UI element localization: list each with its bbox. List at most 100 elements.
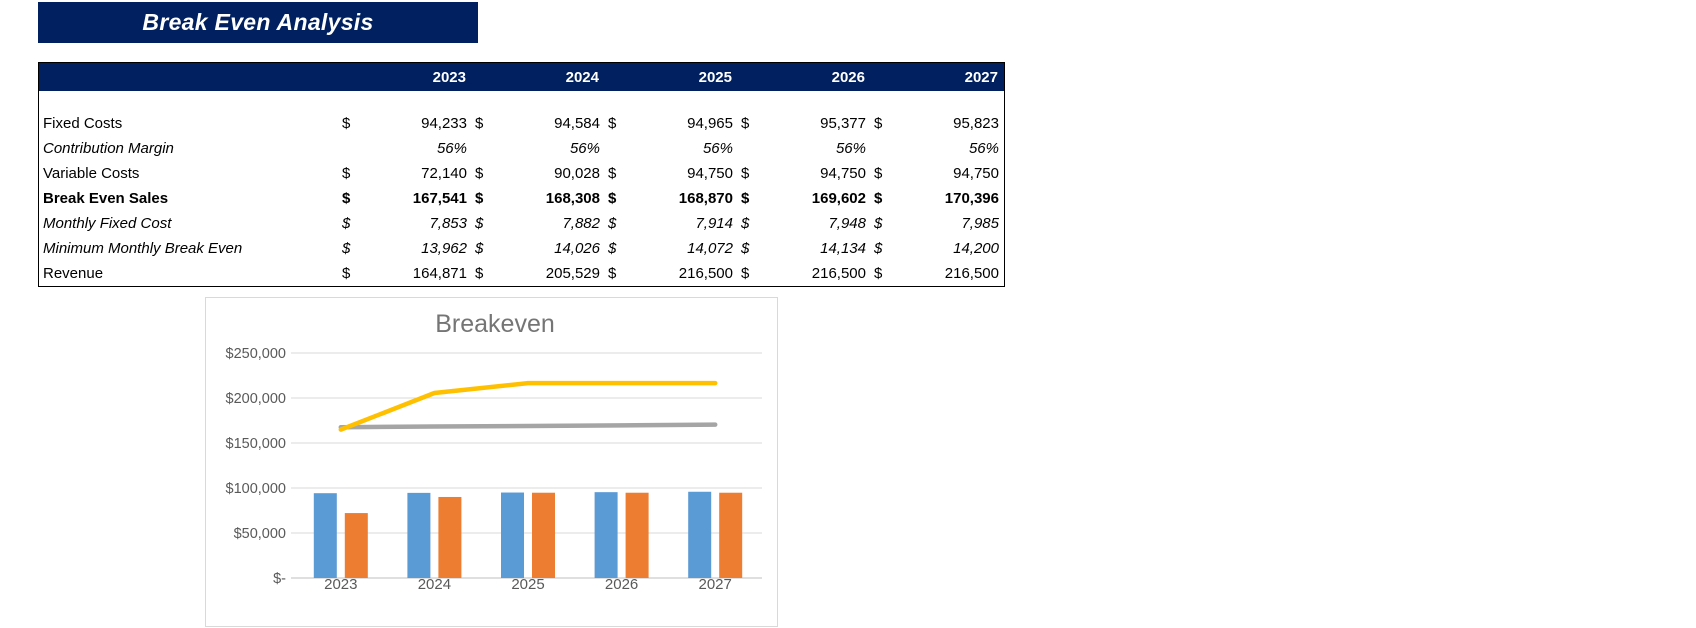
- value-cell[interactable]: 56%: [472, 140, 605, 157]
- line-break-even-sales: [338, 422, 718, 430]
- value-cell[interactable]: $95,823: [871, 115, 1004, 132]
- table-row: Revenue $164,871 $205,529 $216,500 $216,500 $…: [39, 261, 1004, 286]
- value-cell[interactable]: $94,965: [605, 115, 738, 132]
- value-cell[interactable]: $72,140: [339, 165, 472, 182]
- value-cell[interactable]: 56%: [738, 140, 871, 157]
- breakeven-chart-canvas: $250,000 $200,000 $150,000 $100,000 $50,000 $…: [226, 310, 762, 593]
- bar-variable-costs-2027: [719, 492, 743, 578]
- currency-symbol: $: [741, 265, 750, 282]
- cell-value: 14,134: [820, 240, 866, 257]
- row-label[interactable]: Variable Costs: [39, 165, 339, 182]
- value-cell[interactable]: $94,750: [605, 165, 738, 182]
- table-spacer-row[interactable]: [39, 91, 1004, 111]
- y-tick-label: $-: [273, 571, 286, 587]
- cell-value: 7,948: [828, 215, 866, 232]
- row-label[interactable]: Minimum Monthly Break Even: [39, 240, 339, 257]
- header-year-2027[interactable]: 2027: [871, 63, 1004, 91]
- row-label[interactable]: Revenue: [39, 265, 339, 282]
- value-cell[interactable]: $167,541: [339, 190, 472, 207]
- currency-symbol: $: [475, 115, 484, 132]
- value-cell[interactable]: $7,914: [605, 215, 738, 232]
- bar-fixed-costs-2023: [313, 493, 337, 578]
- x-tick-label: 2027: [699, 576, 732, 593]
- header-empty-cell[interactable]: [39, 63, 339, 91]
- value-cell[interactable]: 56%: [871, 140, 1004, 157]
- value-cell[interactable]: $95,377: [738, 115, 871, 132]
- y-tick-label: $150,000: [226, 436, 286, 452]
- value-cell[interactable]: $7,853: [339, 215, 472, 232]
- currency-symbol: $: [874, 190, 883, 207]
- currency-symbol: $: [608, 190, 617, 207]
- row-label[interactable]: Monthly Fixed Cost: [39, 215, 339, 232]
- header-year-2023[interactable]: 2023: [339, 63, 472, 91]
- value-cell[interactable]: $94,750: [738, 165, 871, 182]
- cell-value: 14,072: [687, 240, 733, 257]
- cell-value: 56%: [702, 140, 733, 157]
- value-cell[interactable]: $90,028: [472, 165, 605, 182]
- value-cell[interactable]: 56%: [605, 140, 738, 157]
- table-row: Fixed Costs $94,233 $94,584 $94,965 $95,377 $…: [39, 111, 1004, 136]
- bar-variable-costs-2024: [438, 496, 462, 578]
- value-cell[interactable]: $94,584: [472, 115, 605, 132]
- value-cell[interactable]: $7,882: [472, 215, 605, 232]
- row-label[interactable]: Break Even Sales: [39, 190, 339, 207]
- currency-symbol: $: [475, 190, 484, 207]
- currency-symbol: $: [608, 240, 617, 257]
- currency-symbol: $: [608, 265, 617, 282]
- currency-symbol: $: [741, 215, 750, 232]
- value-cell[interactable]: $7,985: [871, 215, 1004, 232]
- value-cell[interactable]: $168,870: [605, 190, 738, 207]
- row-label[interactable]: Contribution Margin: [39, 140, 339, 157]
- y-tick-label: $50,000: [234, 526, 286, 542]
- value-cell[interactable]: $164,871: [339, 265, 472, 282]
- value-cell[interactable]: $216,500: [871, 265, 1004, 282]
- value-cell[interactable]: 56%: [339, 140, 472, 157]
- currency-symbol: $: [342, 240, 351, 257]
- chart-title: Breakeven: [435, 310, 555, 338]
- cell-value: 169,602: [811, 190, 866, 207]
- cell-value: 7,985: [961, 215, 999, 232]
- cell-value: 94,965: [687, 115, 733, 132]
- currency-symbol: $: [741, 165, 750, 182]
- cell-value: 90,028: [554, 165, 600, 182]
- cell-value: 56%: [968, 140, 999, 157]
- table-row: Contribution Margin 56% 56% 56% 56% 56%: [39, 136, 1004, 161]
- value-cell[interactable]: $205,529: [472, 265, 605, 282]
- cell-value: 7,882: [562, 215, 600, 232]
- value-cell[interactable]: $14,134: [738, 240, 871, 257]
- currency-symbol: $: [475, 165, 484, 182]
- table-row: Break Even Sales $167,541 $168,308 $168,870…: [39, 186, 1004, 211]
- value-cell[interactable]: $216,500: [605, 265, 738, 282]
- value-cell[interactable]: $94,233: [339, 115, 472, 132]
- value-cell[interactable]: $169,602: [738, 190, 871, 207]
- cell-value: 94,750: [820, 165, 866, 182]
- value-cell[interactable]: $94,750: [871, 165, 1004, 182]
- table-row: Variable Costs $72,140 $90,028 $94,750 $94,7…: [39, 161, 1004, 186]
- cell-value: 95,377: [820, 115, 866, 132]
- value-cell[interactable]: $14,026: [472, 240, 605, 257]
- bar-fixed-costs-2026: [594, 492, 618, 578]
- value-cell[interactable]: $13,962: [339, 240, 472, 257]
- y-tick-label: $100,000: [226, 481, 286, 497]
- value-cell[interactable]: $168,308: [472, 190, 605, 207]
- row-label[interactable]: Fixed Costs: [39, 115, 339, 132]
- value-cell[interactable]: $7,948: [738, 215, 871, 232]
- breakeven-chart[interactable]: $250,000 $200,000 $150,000 $100,000 $50,000 $…: [205, 297, 778, 627]
- title-banner[interactable]: Break Even Analysis: [38, 2, 478, 43]
- currency-symbol: $: [342, 265, 351, 282]
- cell-value: 94,584: [554, 115, 600, 132]
- cell-value: 216,500: [944, 265, 999, 282]
- value-cell[interactable]: $216,500: [738, 265, 871, 282]
- header-year-2025[interactable]: 2025: [605, 63, 738, 91]
- page-title: Break Even Analysis: [142, 9, 374, 35]
- cell-value: 14,200: [953, 240, 999, 257]
- value-cell[interactable]: $170,396: [871, 190, 1004, 207]
- table-row: Monthly Fixed Cost $7,853 $7,882 $7,914 $7,9…: [39, 211, 1004, 236]
- value-cell[interactable]: $14,072: [605, 240, 738, 257]
- cell-value: 205,529: [545, 265, 600, 282]
- value-cell[interactable]: $14,200: [871, 240, 1004, 257]
- header-year-2024[interactable]: 2024: [472, 63, 605, 91]
- currency-symbol: $: [874, 240, 883, 257]
- header-year-2026[interactable]: 2026: [738, 63, 871, 91]
- bar-variable-costs-2026: [625, 492, 649, 578]
